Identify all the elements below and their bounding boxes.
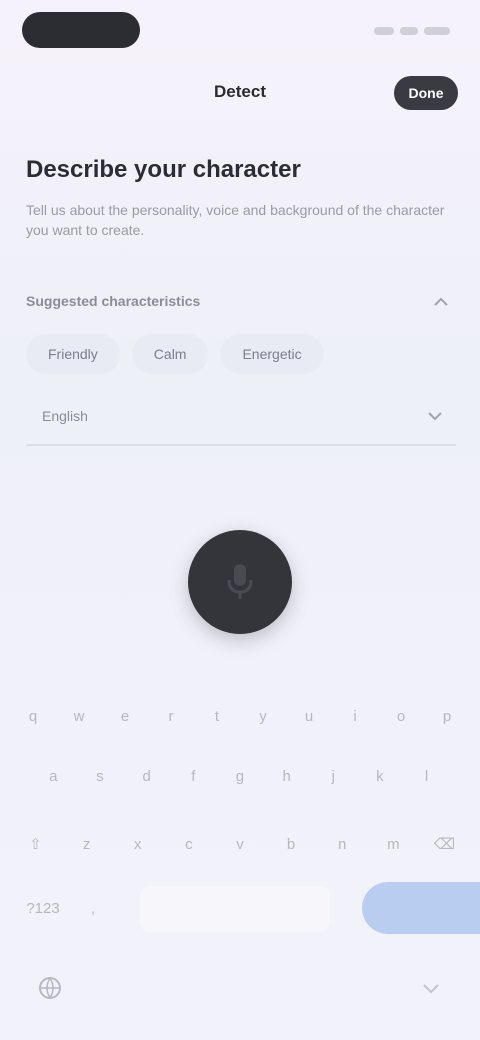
key[interactable]: r [152, 696, 190, 736]
chip[interactable]: Calm [131, 334, 209, 374]
language-label: English [42, 408, 88, 424]
status-time-pill [22, 12, 140, 48]
key[interactable]: g [221, 756, 259, 796]
key[interactable]: h [268, 756, 306, 796]
key[interactable]: z [68, 824, 106, 864]
key[interactable]: t [198, 696, 236, 736]
key[interactable]: n [323, 824, 361, 864]
key[interactable]: k [361, 756, 399, 796]
chevron-down-icon [428, 408, 442, 424]
chevron-up-icon[interactable] [426, 293, 456, 309]
done-button[interactable]: Done [394, 76, 458, 110]
main-title: Describe your character [26, 156, 301, 183]
key[interactable]: f [174, 756, 212, 796]
status-bar [0, 0, 480, 60]
main-description: Tell us about the personality, voice and… [26, 202, 445, 238]
keyboard-bottom-bar [0, 960, 480, 1010]
key[interactable]: u [290, 696, 328, 736]
enter-key[interactable] [362, 882, 480, 934]
signal-icon [374, 27, 394, 35]
key[interactable]: c [170, 824, 208, 864]
key[interactable]: w [60, 696, 98, 736]
key[interactable]: j [314, 756, 352, 796]
key[interactable]: v [221, 824, 259, 864]
keyboard-row-2: a s d f g h j k l [0, 756, 480, 796]
space-bar[interactable] [140, 886, 330, 932]
key[interactable]: o [382, 696, 420, 736]
battery-icon [424, 27, 450, 35]
key[interactable]: i [336, 696, 374, 736]
status-icons [374, 22, 450, 40]
mic-area [0, 520, 480, 660]
suggested-section-header[interactable]: Suggested characteristics [26, 286, 456, 316]
key[interactable]: q [14, 696, 52, 736]
key[interactable]: m [374, 824, 412, 864]
language-selector[interactable]: English [26, 388, 456, 446]
backspace-key[interactable]: ⌫ [425, 824, 463, 864]
suggestion-chips: Friendly Calm Energetic [26, 334, 456, 374]
key[interactable]: e [106, 696, 144, 736]
keyboard: q w e r t y u i o p a s d f g h j k l ⇧ … [0, 690, 480, 1040]
microphone-button[interactable] [188, 530, 292, 634]
key[interactable]: l [408, 756, 446, 796]
keyboard-row-3: ⇧ z x c v b n m ⌫ [0, 824, 480, 864]
key[interactable]: y [244, 696, 282, 736]
shift-key[interactable]: ⇧ [17, 824, 55, 864]
symbols-key[interactable]: ?123 [18, 888, 68, 928]
key[interactable]: s [81, 756, 119, 796]
wifi-icon [400, 27, 418, 35]
header: Detect Done [0, 68, 480, 118]
microphone-icon [227, 564, 253, 599]
key[interactable]: x [119, 824, 157, 864]
key[interactable]: b [272, 824, 310, 864]
keyboard-hide-icon[interactable] [416, 976, 446, 1002]
globe-icon[interactable] [32, 974, 68, 1002]
key[interactable]: p [428, 696, 466, 736]
comma-key[interactable]: , [74, 888, 112, 928]
key[interactable]: d [128, 756, 166, 796]
key[interactable]: a [34, 756, 72, 796]
chip[interactable]: Friendly [26, 334, 120, 374]
suggested-label: Suggested characteristics [26, 293, 201, 309]
chip[interactable]: Energetic [220, 334, 324, 374]
keyboard-row-1: q w e r t y u i o p [0, 696, 480, 736]
